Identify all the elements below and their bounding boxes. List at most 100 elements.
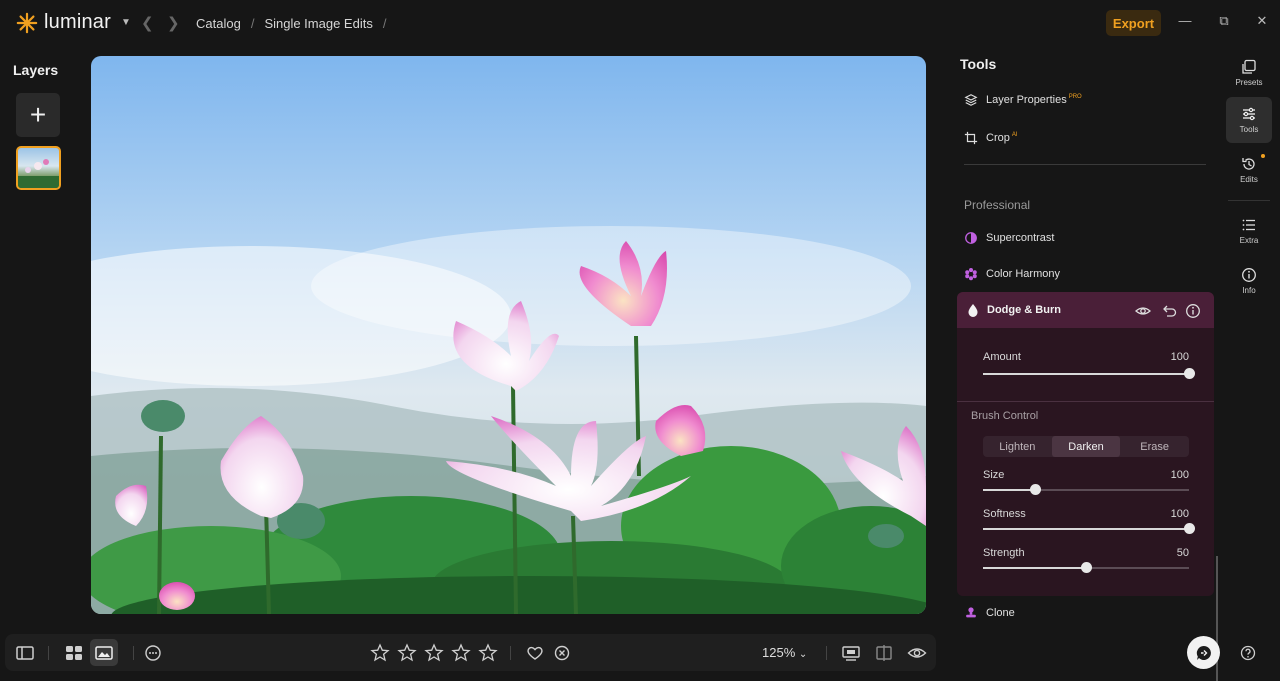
- single-image-view-icon[interactable]: [94, 643, 114, 663]
- breadcrumb-separator: /: [382, 16, 387, 31]
- amount-label: Amount: [983, 351, 1021, 363]
- minimize-icon[interactable]: —: [1177, 13, 1193, 28]
- softness-slider-fill: [983, 528, 1189, 530]
- chat-bubble-icon: [1196, 645, 1211, 660]
- edits-notification-dot: [1261, 154, 1265, 158]
- rail-presets-label: Presets: [1235, 78, 1263, 87]
- more-options-icon[interactable]: [143, 643, 163, 663]
- size-slider-handle[interactable]: [1029, 484, 1041, 495]
- breadcrumb-single-image-edits[interactable]: Single Image Edits: [264, 16, 372, 31]
- toolbar-divider: [826, 646, 827, 660]
- brush-mode-segmented: Lighten Darken Erase: [983, 436, 1189, 457]
- layers-title: Layers: [13, 62, 59, 78]
- crop-icon: [964, 131, 978, 145]
- size-label: Size: [983, 469, 1005, 481]
- size-slider-fill: [983, 489, 1035, 491]
- info-icon[interactable]: [1185, 303, 1201, 319]
- rail-tools[interactable]: Tools: [1226, 97, 1272, 143]
- star-3-icon[interactable]: [424, 643, 444, 663]
- preview-eye-icon[interactable]: [907, 643, 927, 663]
- zoom-level[interactable]: 125% ⌄: [762, 645, 807, 660]
- rail-info[interactable]: Info: [1226, 258, 1272, 304]
- breadcrumb-catalog[interactable]: Catalog: [196, 16, 241, 31]
- amount-value: 100: [1170, 351, 1189, 363]
- tool-crop[interactable]: Crop AI: [964, 131, 1018, 145]
- pro-badge: PRO: [1068, 94, 1082, 101]
- strength-slider-fill: [983, 567, 1086, 569]
- rail-extra[interactable]: Extra: [1226, 208, 1272, 254]
- presets-icon: [1242, 59, 1256, 74]
- size-slider[interactable]: [983, 484, 1189, 495]
- dodge-burn-title: Dodge & Burn: [987, 304, 1061, 316]
- tool-color-harmony[interactable]: Color Harmony: [964, 267, 1060, 281]
- amount-slider-handle[interactable]: [1184, 368, 1195, 379]
- dodge-burn-header[interactable]: Dodge & Burn: [957, 292, 1214, 328]
- brush-control-label: Brush Control: [971, 410, 1039, 422]
- close-icon[interactable]: ✕: [1254, 13, 1270, 29]
- export-button[interactable]: Export: [1106, 10, 1161, 36]
- visibility-eye-icon[interactable]: [1135, 303, 1151, 319]
- tools-title: Tools: [960, 56, 997, 72]
- sidebar-toggle-icon[interactable]: [15, 643, 35, 663]
- star-2-icon[interactable]: [397, 643, 417, 663]
- toolbar-divider: [133, 646, 134, 660]
- top-bar: luminar ▼ ❮ ❯ Catalog / Single Image Edi…: [0, 0, 1280, 46]
- softness-label: Softness: [983, 508, 1026, 520]
- rail-divider: [1228, 200, 1270, 201]
- app-name: luminar: [44, 11, 111, 33]
- layer-thumbnail-image: [18, 159, 59, 188]
- star-1-icon[interactable]: [370, 643, 390, 663]
- rail-presets[interactable]: Presets: [1226, 50, 1272, 96]
- photo-canvas[interactable]: [91, 56, 926, 614]
- rail-info-label: Info: [1242, 286, 1256, 295]
- tool-clone[interactable]: Clone: [964, 606, 1015, 620]
- compare-icon[interactable]: [874, 643, 894, 663]
- app-logo[interactable]: luminar ▼: [16, 11, 131, 34]
- toolbar-divider: [510, 646, 511, 660]
- undo-icon[interactable]: [1161, 303, 1177, 319]
- add-layer-button[interactable]: +: [16, 93, 60, 137]
- breadcrumb: Catalog / Single Image Edits /: [196, 16, 386, 31]
- restore-icon[interactable]: ⧉: [1216, 13, 1232, 29]
- history-icon: [1242, 158, 1255, 170]
- stamp-icon: [966, 607, 976, 618]
- heart-icon[interactable]: [525, 643, 545, 663]
- softness-value: 100: [1170, 508, 1189, 520]
- flower-gear-icon: [965, 268, 977, 281]
- layer-thumbnail[interactable]: [16, 146, 61, 190]
- forward-arrow-icon[interactable]: ❯: [167, 14, 180, 32]
- strength-slider-handle[interactable]: [1081, 562, 1092, 573]
- mode-darken[interactable]: Darken: [1051, 436, 1121, 457]
- tool-color-harmony-label: Color Harmony: [986, 268, 1060, 280]
- amount-slider[interactable]: [983, 368, 1195, 379]
- layers-icon: [964, 94, 978, 106]
- help-icon[interactable]: [1240, 645, 1256, 661]
- tools-divider: [964, 164, 1206, 165]
- rail-edits-label: Edits: [1240, 175, 1258, 184]
- grid-view-icon[interactable]: [64, 643, 84, 663]
- dodge-burn-panel: Dodge & Burn Amount 100 Brush Control Li…: [957, 292, 1214, 596]
- sun-logo-icon: [16, 12, 38, 33]
- strength-label: Strength: [983, 547, 1025, 559]
- bottom-toolbar: 125% ⌄: [5, 634, 936, 671]
- star-5-icon[interactable]: [478, 643, 498, 663]
- feedback-chat-button[interactable]: [1187, 636, 1220, 669]
- reject-icon[interactable]: [552, 643, 572, 663]
- rail-edits[interactable]: Edits: [1226, 147, 1272, 193]
- strength-slider[interactable]: [983, 562, 1189, 573]
- tool-supercontrast[interactable]: Supercontrast: [964, 231, 1054, 245]
- tool-layer-properties[interactable]: Layer Properties PRO: [964, 93, 1082, 107]
- rail-tools-label: Tools: [1239, 125, 1259, 134]
- half-circle-icon: [965, 232, 977, 244]
- zoom-value: 125%: [762, 645, 796, 660]
- fit-screen-icon[interactable]: [841, 643, 861, 663]
- size-value: 100: [1170, 469, 1189, 481]
- tool-clone-label: Clone: [986, 607, 1015, 619]
- mode-erase[interactable]: Erase: [1120, 436, 1189, 457]
- panel-divider: [957, 401, 1214, 402]
- back-arrow-icon[interactable]: ❮: [141, 14, 154, 32]
- softness-slider-handle[interactable]: [1184, 523, 1195, 534]
- mode-lighten[interactable]: Lighten: [983, 436, 1052, 457]
- star-4-icon[interactable]: [451, 643, 471, 663]
- softness-slider[interactable]: [983, 523, 1195, 534]
